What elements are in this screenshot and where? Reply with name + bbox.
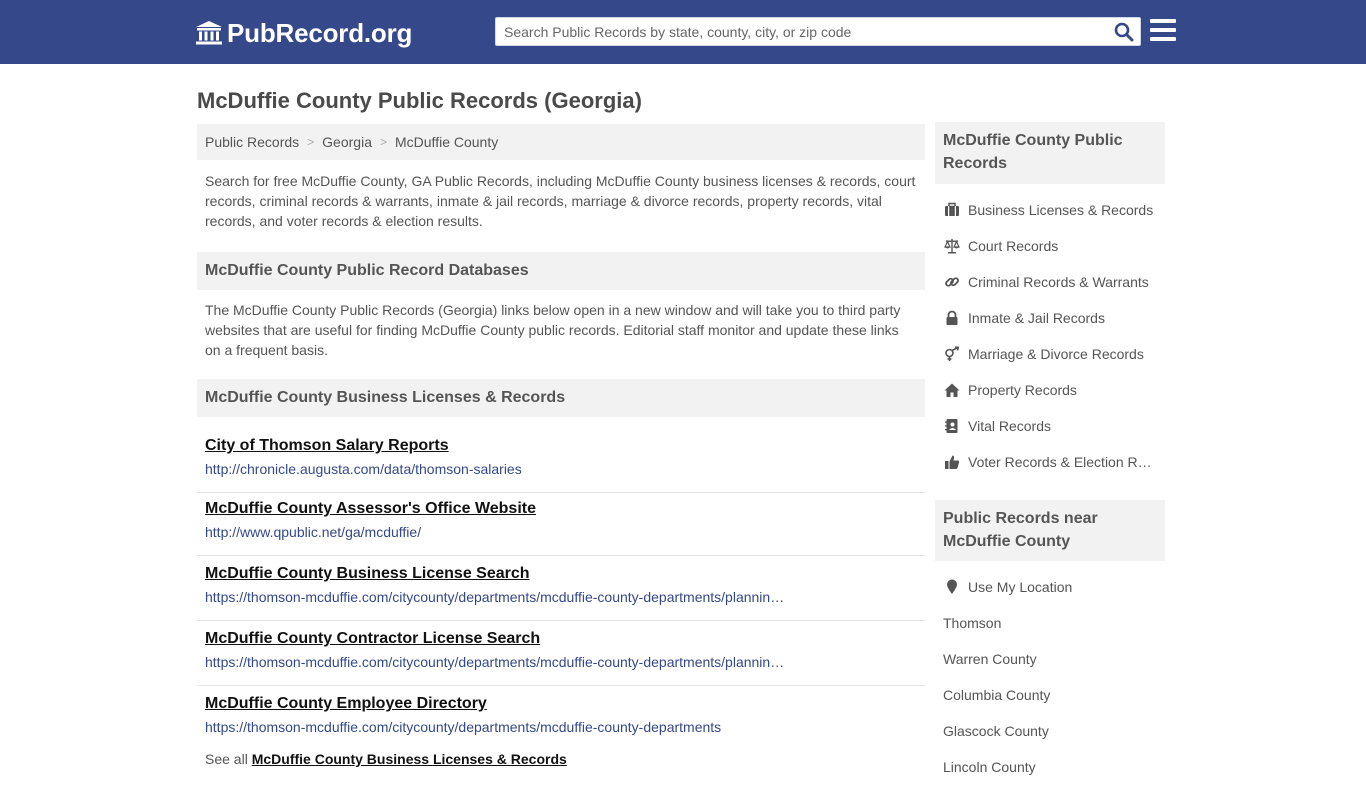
record-item: McDuffie County Contractor License Searc… bbox=[197, 621, 925, 686]
record-url: https://thomson-mcduffie.com/citycounty/… bbox=[205, 589, 785, 605]
record-url: https://thomson-mcduffie.com/citycounty/… bbox=[205, 719, 722, 735]
sidebar-item-business-licenses[interactable]: Business Licenses & Records bbox=[943, 192, 1165, 228]
link-icon bbox=[943, 274, 960, 290]
sidebar-item-label: Voter Records & Election Results bbox=[968, 454, 1158, 470]
scales-icon bbox=[943, 238, 960, 254]
use-my-location-link[interactable]: Use My Location bbox=[943, 569, 1165, 605]
sidebar-item-label: Business Licenses & Records bbox=[968, 202, 1154, 218]
map-marker-icon bbox=[943, 579, 960, 595]
lock-icon bbox=[943, 310, 960, 326]
thumbs-up-icon bbox=[943, 454, 960, 470]
databases-heading: McDuffie County Public Record Databases bbox=[197, 252, 925, 290]
sidebar-category-list: Business Licenses & Records Court Record… bbox=[943, 192, 1165, 480]
site-logo[interactable]: PubRecord.org bbox=[195, 17, 412, 49]
intro-text: Search for free McDuffie County, GA Publ… bbox=[205, 173, 916, 229]
record-title-link[interactable]: McDuffie County Employee Directory bbox=[205, 695, 925, 713]
see-all-row: See all McDuffie County Business License… bbox=[205, 751, 567, 767]
home-icon bbox=[943, 382, 960, 398]
sidebar-item-vital[interactable]: Vital Records bbox=[943, 408, 1165, 444]
see-all-link[interactable]: McDuffie County Business Licenses & Reco… bbox=[252, 751, 567, 767]
sidebar-heading-public-records: McDuffie County Public Records bbox=[935, 122, 1165, 184]
nearby-item-thomson[interactable]: Thomson bbox=[943, 605, 1165, 641]
see-all-prefix: See all bbox=[205, 751, 248, 767]
sidebar-item-label: Inmate & Jail Records bbox=[968, 310, 1105, 326]
nearby-item-glascock-county[interactable]: Glascock County bbox=[943, 713, 1165, 749]
breadcrumb-public-records[interactable]: Public Records bbox=[205, 134, 299, 150]
breadcrumb-separator: > bbox=[379, 135, 387, 149]
breadcrumb-mcduffie-county[interactable]: McDuffie County bbox=[395, 134, 498, 150]
sidebar-heading-nearby: Public Records near McDuffie County bbox=[935, 500, 1165, 561]
courthouse-icon bbox=[196, 21, 222, 45]
search-box bbox=[495, 17, 1141, 46]
sidebar-item-label: Criminal Records & Warrants bbox=[968, 274, 1149, 290]
sidebar-item-inmate-jail[interactable]: Inmate & Jail Records bbox=[943, 300, 1165, 336]
record-title-link[interactable]: McDuffie County Assessor's Office Websit… bbox=[205, 500, 925, 518]
breadcrumb-separator: > bbox=[307, 135, 315, 149]
record-url: https://thomson-mcduffie.com/citycounty/… bbox=[205, 654, 785, 670]
record-title-link[interactable]: McDuffie County Contractor License Searc… bbox=[205, 630, 925, 648]
record-title-link[interactable]: City of Thomson Salary Reports bbox=[205, 437, 925, 455]
search-input[interactable] bbox=[496, 18, 1106, 45]
sidebar-item-label: Vital Records bbox=[968, 418, 1052, 434]
sidebar-item-label: Court Records bbox=[968, 238, 1059, 254]
sidebar-item-marriage-divorce[interactable]: Marriage & Divorce Records bbox=[943, 336, 1165, 372]
record-item: McDuffie County Business License Search … bbox=[197, 556, 925, 621]
record-item: City of Thomson Salary Reports http://ch… bbox=[197, 428, 925, 493]
databases-description: The McDuffie County Public Records (Geor… bbox=[205, 302, 901, 358]
breadcrumb-georgia[interactable]: Georgia bbox=[322, 134, 372, 150]
nearby-item-label: Glascock County bbox=[943, 723, 1049, 739]
breadcrumb: Public Records > Georgia > McDuffie Coun… bbox=[197, 124, 925, 160]
sidebar-item-voter-records[interactable]: Voter Records & Election Results bbox=[943, 444, 1165, 480]
record-title-link[interactable]: McDuffie County Business License Search bbox=[205, 565, 925, 583]
search-icon bbox=[1114, 22, 1134, 42]
gender-icon bbox=[943, 346, 960, 362]
record-item: McDuffie County Assessor's Office Websit… bbox=[197, 491, 925, 556]
nearby-item-label: Columbia County bbox=[943, 687, 1051, 703]
page-title: McDuffie County Public Records (Georgia) bbox=[197, 88, 642, 113]
nearby-item-label: Use My Location bbox=[968, 579, 1073, 595]
sidebar-item-label: Property Records bbox=[968, 382, 1077, 398]
record-url: http://chronicle.augusta.com/data/thomso… bbox=[205, 461, 522, 477]
sidebar-item-criminal-records[interactable]: Criminal Records & Warrants bbox=[943, 264, 1165, 300]
nearby-item-columbia-county[interactable]: Columbia County bbox=[943, 677, 1165, 713]
contact-book-icon bbox=[943, 418, 960, 434]
nearby-item-label: Thomson bbox=[943, 615, 1002, 631]
nearby-item-warren-county[interactable]: Warren County bbox=[943, 641, 1165, 677]
top-navigation-bar: PubRecord.org bbox=[0, 0, 1366, 64]
nearby-item-label: Warren County bbox=[943, 651, 1037, 667]
record-url: http://www.qpublic.net/ga/mcduffie/ bbox=[205, 524, 422, 540]
nearby-item-label: Lincoln County bbox=[943, 759, 1036, 775]
record-item: McDuffie County Employee Directory https… bbox=[197, 686, 925, 751]
briefcase-icon bbox=[943, 202, 960, 218]
sidebar-item-label: Marriage & Divorce Records bbox=[968, 346, 1144, 362]
business-licenses-heading: McDuffie County Business Licenses & Reco… bbox=[197, 379, 925, 417]
logo-text: PubRecord.org bbox=[227, 17, 413, 48]
search-button[interactable] bbox=[1112, 21, 1136, 43]
nearby-item-lincoln-county[interactable]: Lincoln County bbox=[943, 749, 1165, 785]
hamburger-menu-icon[interactable] bbox=[1150, 19, 1176, 43]
nearby-list: Use My Location Thomson Warren County Co… bbox=[943, 569, 1165, 785]
sidebar-item-property[interactable]: Property Records bbox=[943, 372, 1165, 408]
sidebar-item-court-records[interactable]: Court Records bbox=[943, 228, 1165, 264]
